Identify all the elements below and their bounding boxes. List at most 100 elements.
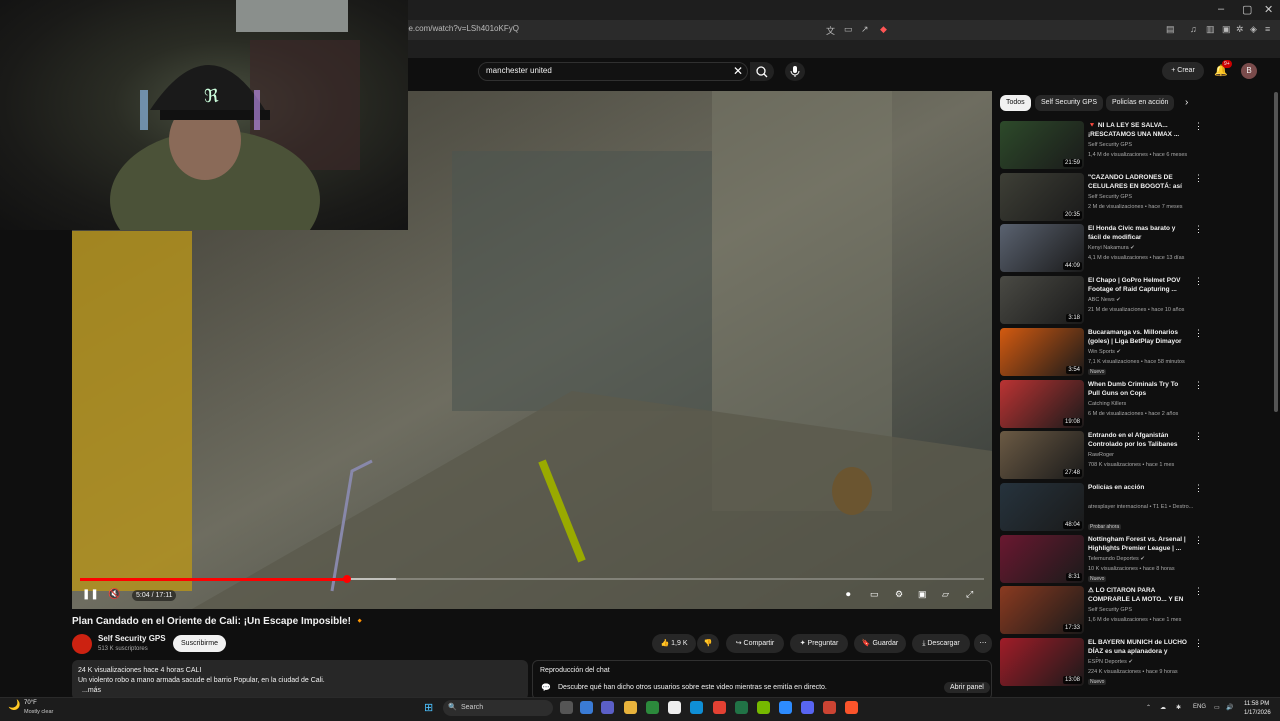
clock-date[interactable]: 1/17/2026 — [1244, 710, 1271, 716]
volume-icon[interactable]: 🔊 — [1226, 704, 1233, 711]
more-options-icon[interactable]: ⋮ — [1194, 276, 1203, 287]
music-icon[interactable]: ♫ — [1190, 24, 1197, 34]
save-button[interactable]: 🔖 Guardar — [854, 634, 906, 653]
settings-icon[interactable]: ⚙ — [895, 589, 903, 600]
teams-icon[interactable] — [601, 701, 614, 714]
recommendation-item[interactable]: 19:08 When Dumb Criminals Try To Pull Gun… — [1000, 379, 1203, 428]
recommendation-title[interactable]: EL BAYERN MUNICH de LUCHO DÍAZ es una ap… — [1088, 638, 1188, 658]
recommendation-title[interactable]: Policías en acción — [1088, 483, 1188, 492]
recommendation-thumbnail[interactable]: 3:54 — [1000, 327, 1084, 376]
reader-icon[interactable]: ▭ — [844, 24, 853, 35]
recommendation-item[interactable]: 17:33 ⚠ LO CITARON PARA COMPRARLE LA MOTO… — [1000, 586, 1203, 635]
recommendation-title[interactable]: Nottingham Forest vs. Arsenal | Highligh… — [1088, 535, 1188, 553]
recommendation-channel[interactable]: Self Security GPS — [1088, 142, 1132, 148]
recommendation-item[interactable]: 20:35 "CAZANDO LADRONES DE CELULARES EN B… — [1000, 172, 1203, 221]
recommendation-item[interactable]: 44:09 El Honda Civic mas barato y fácil d… — [1000, 224, 1203, 273]
recommendation-channel[interactable]: Self Security GPS — [1088, 194, 1132, 200]
bluetooth-icon[interactable]: ✱ — [1176, 704, 1181, 711]
recommendation-channel[interactable]: Telemundo Deportes ✔ — [1088, 556, 1145, 562]
more-options-icon[interactable]: ⋮ — [1194, 380, 1203, 391]
edge-icon[interactable] — [690, 701, 703, 714]
channel-avatar[interactable] — [72, 634, 92, 654]
autoplay-toggle[interactable]: ⏺ — [846, 589, 851, 600]
weather-icon[interactable]: 🌙 — [8, 700, 20, 711]
taskbar-search[interactable] — [443, 700, 553, 716]
recommendation-item[interactable]: 3:54 Bucaramanga vs. Millonarios (goles) … — [1000, 327, 1203, 376]
recommendation-thumbnail[interactable]: 27:48 — [1000, 431, 1084, 480]
scrollbar[interactable] — [1274, 92, 1278, 412]
extensions-icon[interactable]: ✲ — [1236, 24, 1244, 35]
recommendation-thumbnail[interactable]: 48:04 — [1000, 482, 1084, 531]
monitor-icon[interactable]: ▭ — [1214, 704, 1220, 711]
taskview-icon[interactable] — [560, 701, 573, 714]
maximize-button[interactable]: ▢ — [1242, 3, 1252, 16]
share-icon[interactable]: ↗ — [861, 24, 869, 35]
recommendation-title[interactable]: Entrando en el Afganistán Controlado por… — [1088, 431, 1188, 449]
account-avatar[interactable]: B — [1241, 63, 1257, 79]
recommendation-title[interactable]: Bucaramanga vs. Millonarios (goles) | Li… — [1088, 328, 1188, 348]
recommendation-title[interactable]: ⚠ LO CITARON PARA COMPRARLE LA MOTO... Y… — [1088, 586, 1188, 606]
recommendation-item[interactable]: 8:31 Nottingham Forest vs. Arsenal | High… — [1000, 534, 1203, 583]
more-options-icon[interactable]: ⋮ — [1194, 586, 1203, 597]
onedrive-icon[interactable]: ☁ — [1160, 704, 1166, 711]
subtitles-icon[interactable]: ▭ — [870, 589, 879, 600]
progress-scrubber[interactable] — [342, 575, 351, 583]
recommendation-thumbnail[interactable]: 3:18 — [1000, 276, 1084, 325]
recommendation-item[interactable]: 48:04 Policías en acción atresplayer inter… — [1000, 482, 1203, 531]
chip-todos[interactable]: Todos — [1000, 95, 1031, 111]
recommendation-title[interactable]: El Chapo | GoPro Helmet POV Footage of R… — [1088, 276, 1188, 294]
close-window-button[interactable]: ✕ — [1264, 3, 1273, 16]
menu-icon[interactable]: ≡ — [1265, 24, 1270, 34]
voice-search-button[interactable] — [785, 62, 805, 81]
dislike-button[interactable]: 👎 — [697, 634, 719, 653]
url-text[interactable]: be.com/watch?v=LSh401oKFyQ — [404, 24, 519, 33]
download-button[interactable]: ⤓ Descargar — [912, 634, 970, 653]
recommendation-thumbnail[interactable]: 8:31 — [1000, 534, 1084, 583]
language-indicator[interactable]: ENG — [1193, 704, 1206, 710]
app-icon[interactable] — [823, 701, 836, 714]
clock-time[interactable]: 11:58 PM — [1244, 701, 1269, 707]
more-options-icon[interactable]: ⋮ — [1194, 483, 1203, 494]
recommendation-title[interactable]: When Dumb Criminals Try To Pull Guns on … — [1088, 380, 1188, 398]
more-options-icon[interactable]: ⋮ — [1194, 535, 1203, 546]
miniplayer-icon[interactable]: ▣ — [918, 589, 927, 600]
excel-icon[interactable] — [735, 701, 748, 714]
recommendation-channel[interactable]: Kenyi Nakamura ✔ — [1088, 245, 1135, 251]
chevron-right-icon[interactable]: › — [1185, 97, 1188, 108]
recommendation-thumbnail[interactable]: 21:59 — [1000, 121, 1084, 169]
mute-icon[interactable]: 🔇 — [108, 589, 120, 600]
brave-icon[interactable] — [845, 701, 858, 714]
recommendation-channel[interactable]: Self Security GPS — [1088, 607, 1132, 613]
tray-chevron-icon[interactable]: ⌃ — [1146, 704, 1151, 711]
search-button[interactable] — [750, 62, 774, 81]
more-options-icon[interactable]: ⋮ — [1194, 328, 1203, 339]
recommendation-title[interactable]: El Honda Civic mas barato y fácil de mod… — [1088, 224, 1188, 242]
discord-icon[interactable] — [801, 701, 814, 714]
description-more[interactable]: ...más — [82, 687, 101, 694]
recommendation-item[interactable]: 27:48 Entrando en el Afganistán Controlad… — [1000, 431, 1203, 480]
recommendation-channel[interactable]: RawRoger — [1088, 452, 1114, 458]
share-button[interactable]: ↪ Compartir — [726, 634, 784, 653]
channel-name[interactable]: Self Security GPS — [98, 634, 166, 643]
nvidia-icon[interactable] — [757, 701, 770, 714]
recommendation-title[interactable]: 🔻 NI LA LEY SE SALVA... ¡RESCATAMOS UNA … — [1088, 121, 1188, 139]
recommendation-title[interactable]: "CAZANDO LADRONES DE CELULARES EN BOGOTÁ… — [1088, 173, 1188, 193]
document-icon[interactable] — [668, 701, 681, 714]
recommendation-channel[interactable]: ABC News ✔ — [1088, 297, 1121, 303]
recommendation-channel[interactable]: Catching Killers — [1088, 401, 1126, 407]
wallet-icon[interactable]: ▣ — [1222, 24, 1231, 35]
zoom-icon[interactable] — [779, 701, 792, 714]
recommendation-thumbnail[interactable]: 44:09 — [1000, 224, 1084, 273]
chip-policias[interactable]: Policías en acción — [1106, 95, 1175, 111]
vpn-icon[interactable]: ◈ — [1250, 24, 1257, 35]
search-input[interactable]: manchester united — [486, 66, 552, 75]
cast-icon[interactable]: ▱ — [942, 589, 949, 600]
clear-search-icon[interactable]: ✕ — [733, 64, 743, 78]
more-options-icon[interactable]: ⋮ — [1194, 121, 1203, 132]
recommendation-item[interactable]: 13:08 EL BAYERN MUNICH de LUCHO DÍAZ es u… — [1000, 638, 1203, 686]
more-options-icon[interactable]: ⋮ — [1194, 431, 1203, 442]
weather-temp[interactable]: 70°F — [24, 700, 37, 706]
recommendation-item[interactable]: 21:59 🔻 NI LA LEY SE SALVA... ¡RESCATAMOS… — [1000, 121, 1203, 169]
recommendation-channel[interactable]: atresplayer internacional • T1 E1 • Dest… — [1088, 504, 1193, 510]
like-button[interactable]: 👍 1,9 K — [652, 634, 696, 653]
